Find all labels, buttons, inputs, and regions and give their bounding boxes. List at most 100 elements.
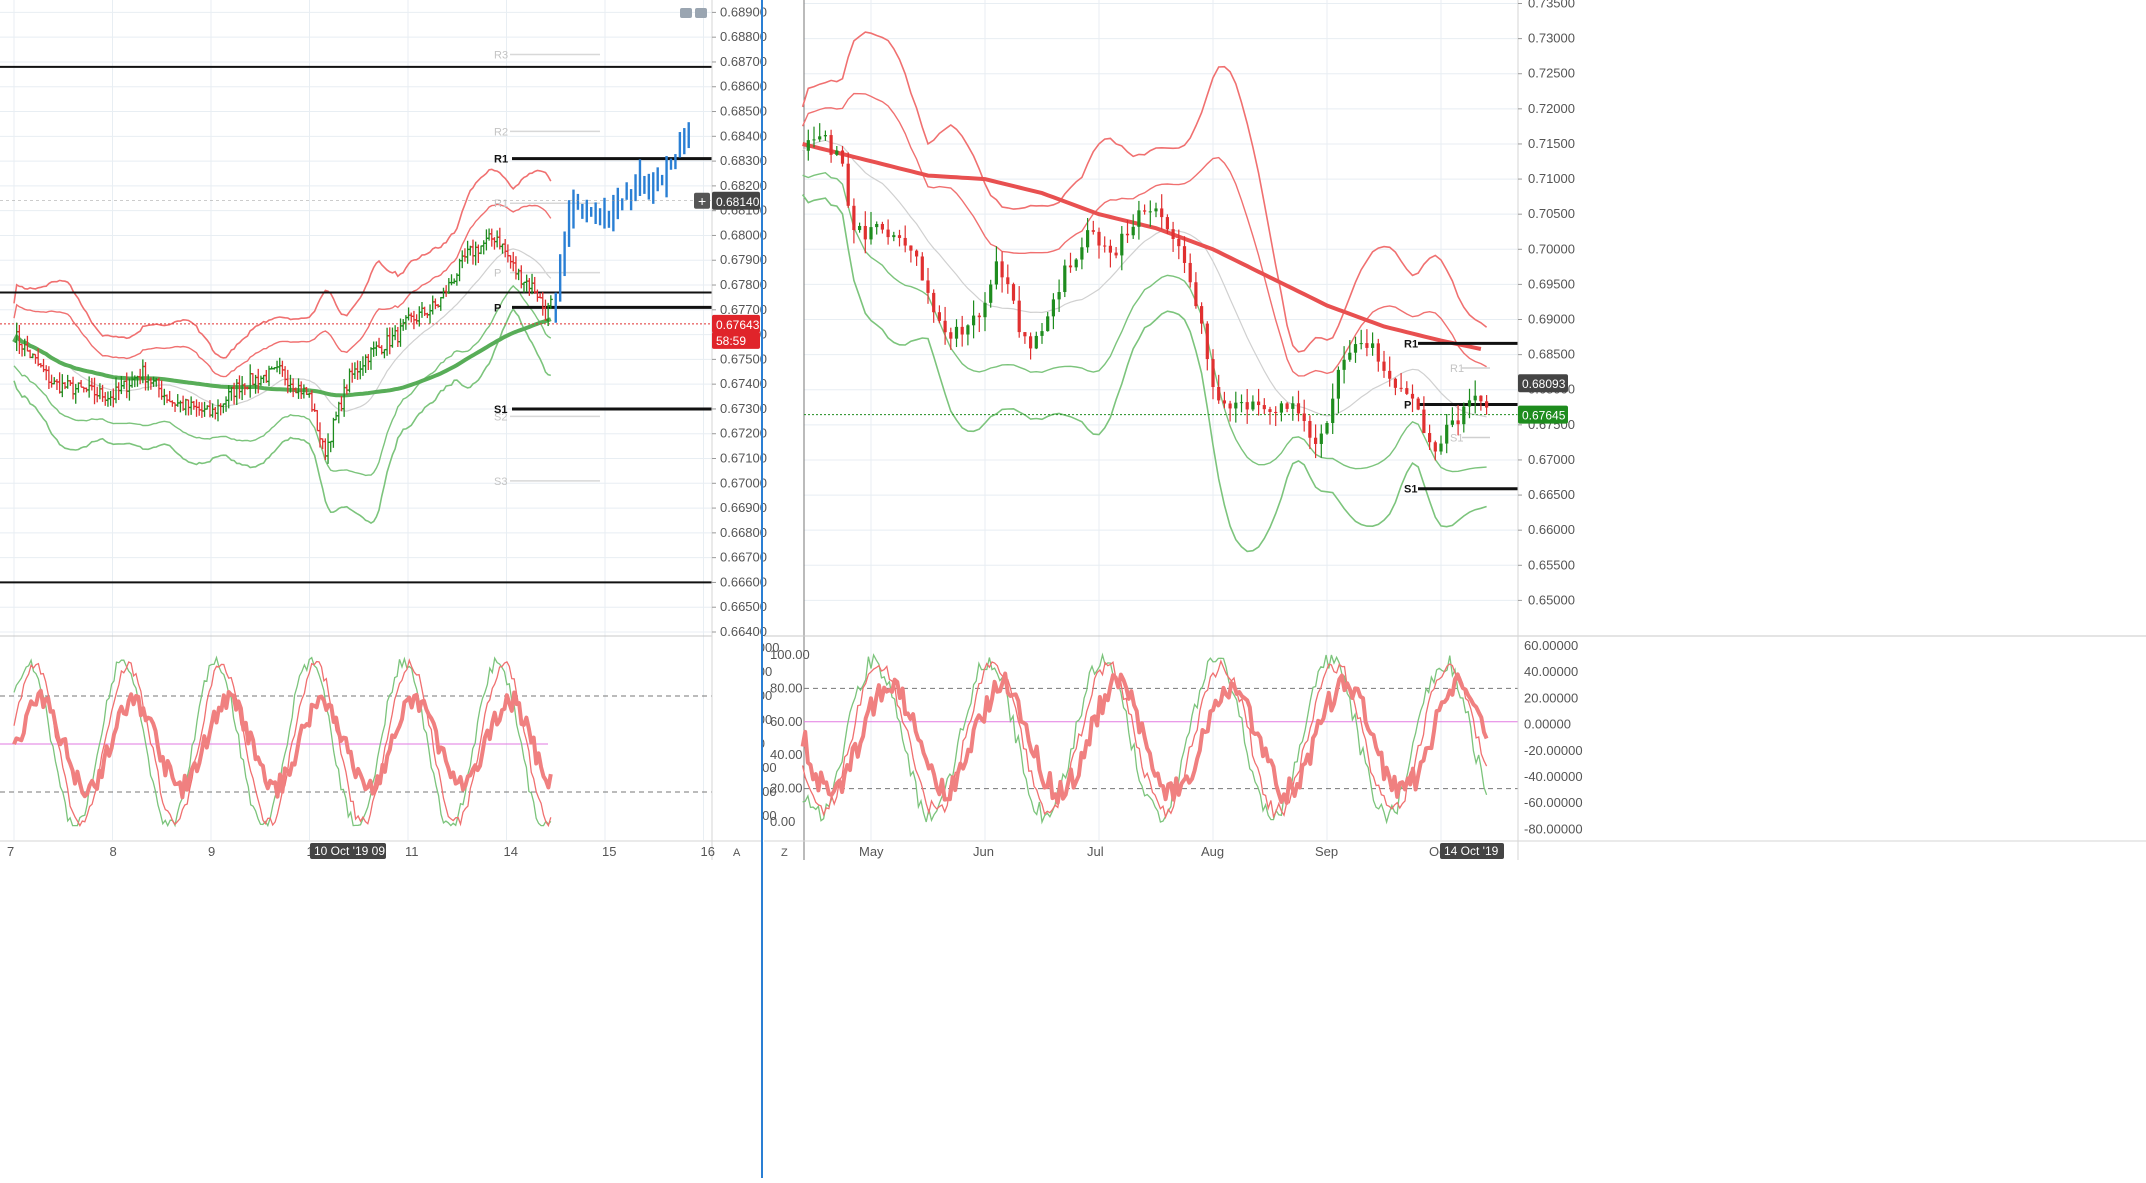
right-candle-body	[977, 315, 981, 318]
left-price-tick-label: 0.66800	[720, 525, 767, 540]
left-price-tick-label: 0.67200	[720, 426, 767, 441]
right-candle-body	[1342, 359, 1346, 370]
right-candle-body	[1325, 423, 1329, 434]
right-candle-body	[994, 261, 998, 285]
right-pivot-label-p: P	[1404, 399, 1411, 411]
right-crosshair-time-label: 14 Oct '19	[1444, 844, 1499, 858]
right-candle-body	[1257, 401, 1261, 406]
trading-charts-svg[interactable]: R1PS1R3R2R1PS2S3R1PS1R1S1 100.0000075.00…	[0, 0, 2146, 1178]
right-candle-body	[1017, 300, 1021, 333]
right-osc-right-tick-label: -20.00000	[1524, 743, 1583, 758]
right-candle-body	[1285, 403, 1289, 409]
right-candle-body	[1371, 343, 1375, 348]
right-candle-body	[1182, 246, 1187, 263]
left-price-tick-label: 0.68400	[720, 128, 767, 143]
right-time-tick-label: Jul	[1087, 844, 1104, 859]
right-candle-body	[1262, 405, 1266, 410]
right-candle-body	[1080, 247, 1084, 260]
right-osc-right-tick-label: -60.00000	[1524, 795, 1583, 810]
right-candle-body	[818, 136, 822, 140]
right-osc-right-tick-label: 60.00000	[1524, 638, 1578, 653]
right-candle-body	[1405, 388, 1409, 394]
right-candle-body	[1450, 420, 1454, 425]
left-price-tick-label: 0.68000	[720, 227, 767, 242]
right-osc-left-tick-label: 100.00	[770, 647, 810, 662]
right-candle-body	[1462, 406, 1466, 425]
right-candle-body	[1473, 395, 1477, 401]
right-candle-body	[1063, 265, 1067, 293]
right-candle-body	[932, 292, 936, 313]
right-candle-body	[1217, 387, 1221, 401]
right-pivot-label-r1: R1	[1404, 338, 1418, 350]
right-candle-body	[960, 326, 964, 335]
right-candle-body	[1125, 233, 1130, 236]
right-candle-body	[1097, 231, 1101, 246]
right-candle-body	[1314, 437, 1318, 444]
left-faded-pivot-label: R1	[494, 198, 508, 210]
right-candle-body	[903, 237, 907, 246]
right-candle-body	[1319, 433, 1323, 444]
right-candle-body	[966, 325, 970, 335]
right-time-tick-label: May	[859, 844, 884, 859]
right-candle-body	[1382, 361, 1386, 371]
right-candle-body	[1296, 403, 1301, 414]
right-candle-body	[1023, 332, 1027, 337]
right-price-tick-label: 0.72000	[1528, 101, 1575, 116]
right-candle-body	[1422, 409, 1426, 434]
left-last-price-label: 0.67643	[716, 318, 760, 332]
right-candle-body	[1331, 398, 1335, 424]
right-candle-body	[1177, 238, 1181, 247]
right-osc-left-tick-label: 60.00	[770, 714, 803, 729]
right-time-tick-label: Jun	[973, 844, 994, 859]
right-candle-body	[1302, 413, 1306, 422]
right-price-tick-label: 0.65000	[1528, 592, 1575, 607]
left-faded-pivot-label: R3	[494, 50, 508, 62]
left-price-tick-label: 0.67800	[720, 277, 767, 292]
right-candle-body	[863, 225, 867, 240]
right-candle-body	[1353, 344, 1358, 353]
right-candle-body	[1046, 316, 1050, 332]
left-price-tick-label: 0.68600	[720, 79, 767, 94]
right-candle-body	[1194, 282, 1198, 307]
right-osc-right-tick-label: 0.00000	[1524, 717, 1571, 732]
right-candle-body	[1428, 433, 1432, 443]
right-candle-body	[1279, 403, 1283, 413]
right-candle-body	[1143, 210, 1147, 212]
right-candle-body	[1091, 230, 1095, 232]
right-candle-body	[1365, 343, 1369, 348]
left-price-tick-label: 0.66900	[720, 500, 767, 515]
right-price-tick-label: 0.66500	[1528, 487, 1575, 502]
right-candle-body	[1467, 400, 1472, 407]
right-candle-body	[1086, 230, 1090, 248]
right-price-tick-label: 0.65500	[1528, 557, 1575, 572]
left-price-tick-label: 0.68200	[720, 178, 767, 193]
left-time-tick-label: 14	[504, 844, 518, 859]
right-candle-body	[846, 163, 850, 206]
right-faded-pivot-label: S1	[1450, 432, 1463, 444]
right-candle-body	[1445, 424, 1449, 444]
chevron-down-icon[interactable]	[680, 8, 692, 18]
right-candle-body	[1388, 370, 1392, 379]
right-candle-body	[1137, 210, 1141, 227]
right-osc-right-tick-label: -80.00000	[1524, 821, 1583, 836]
right-candle-body	[1068, 265, 1073, 268]
left-price-tick-label: 0.68900	[720, 4, 767, 19]
right-candle-body	[1393, 378, 1397, 388]
collapse-icon[interactable]	[695, 8, 707, 18]
right-hover-price-label: 0.68093	[1522, 377, 1566, 391]
right-price-tick-label: 0.67000	[1528, 452, 1575, 467]
left-time-tick-label: 11	[405, 844, 419, 859]
right-candle-body	[1148, 211, 1152, 213]
left-time-tick-label: 8	[110, 844, 117, 859]
right-osc-left-tick-label: 40.00	[770, 747, 803, 762]
right-osc-left-tick-label: 20.00	[770, 781, 803, 796]
right-candle-body	[1034, 335, 1038, 349]
right-candle-body	[1108, 245, 1112, 253]
left-price-tick-label: 0.67400	[720, 376, 767, 391]
right-osc-right-tick-label: -40.00000	[1524, 769, 1583, 784]
right-candle-body	[897, 235, 902, 238]
left-time-tick-label: 7	[7, 844, 14, 859]
right-candle-body	[1274, 411, 1278, 413]
right-candle-body	[1399, 387, 1403, 389]
right-candle-body	[852, 205, 856, 231]
